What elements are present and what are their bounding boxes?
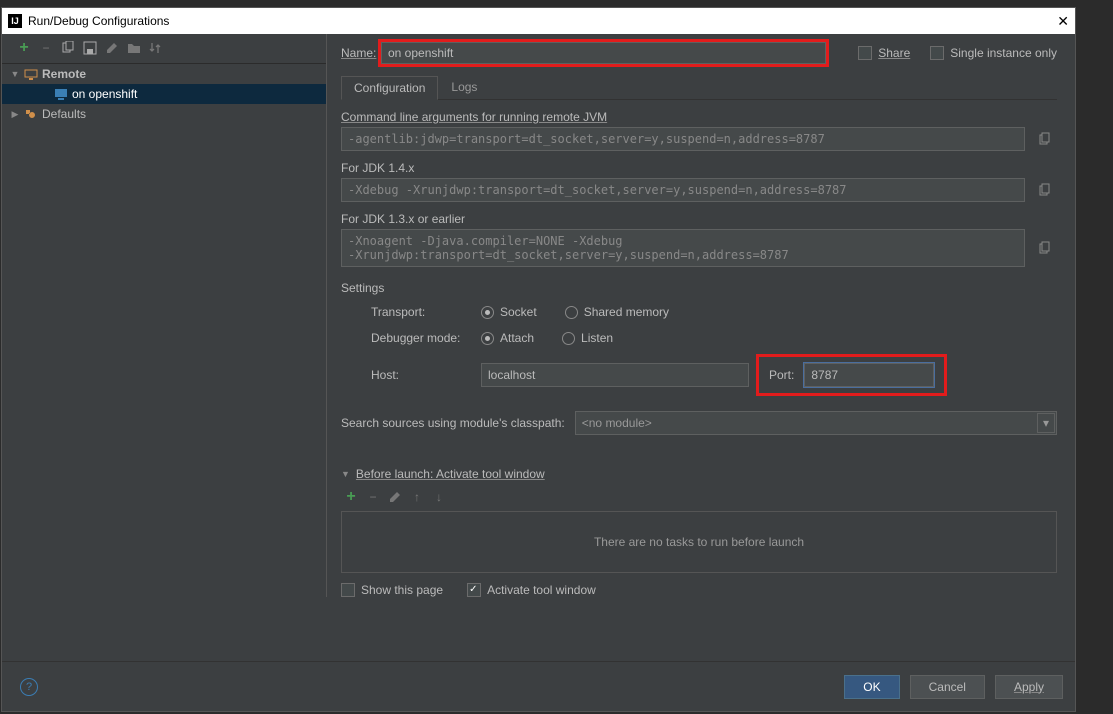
cmdline-value[interactable]: -agentlib:jdwp=transport=dt_socket,serve… [341, 127, 1025, 151]
ok-button[interactable]: OK [844, 675, 899, 699]
edit-templates-button[interactable] [102, 38, 122, 58]
module-classpath-select[interactable]: <no module> ▾ [575, 411, 1057, 435]
share-checkbox[interactable]: Share [858, 46, 910, 60]
host-label: Host: [371, 368, 471, 382]
debugger-attach-radio[interactable]: Attach [481, 331, 534, 345]
config-icon [54, 87, 68, 101]
transport-socket-radio[interactable]: Socket [481, 305, 537, 319]
module-classpath-label: Search sources using module's classpath: [341, 416, 565, 430]
debugger-mode-label: Debugger mode: [371, 331, 481, 345]
tree-label: on openshift [72, 87, 137, 101]
copy-cmdline-button[interactable] [1033, 127, 1057, 151]
sort-button[interactable] [146, 38, 166, 58]
config-name-input[interactable] [381, 42, 826, 64]
settings-label: Settings [341, 281, 1057, 295]
config-tree[interactable]: ▼ Remote on openshift ▶ Defaults [2, 64, 326, 124]
chevron-right-icon: ▶ [10, 109, 20, 120]
cancel-button[interactable]: Cancel [910, 675, 985, 699]
tree-label: Remote [42, 67, 86, 81]
save-config-button[interactable] [80, 38, 100, 58]
apply-button[interactable]: Apply [995, 675, 1063, 699]
copy-config-button[interactable] [58, 38, 78, 58]
tree-node-on-openshift[interactable]: on openshift [2, 84, 326, 104]
name-label: Name: [341, 46, 381, 60]
host-input[interactable] [481, 363, 749, 387]
tree-toolbar: + − [2, 34, 326, 64]
help-button[interactable]: ? [20, 678, 38, 696]
tree-node-remote[interactable]: ▼ Remote [2, 64, 326, 84]
show-this-page-checkbox[interactable]: Show this page [341, 583, 443, 597]
tab-logs[interactable]: Logs [438, 75, 490, 99]
defaults-icon [24, 107, 38, 121]
move-up-button[interactable]: ↑ [407, 487, 427, 507]
intellij-icon: IJ [8, 14, 22, 28]
before-launch-task-list: There are no tasks to run before launch [341, 511, 1057, 573]
chevron-down-icon: ▼ [341, 469, 350, 479]
tree-node-defaults[interactable]: ▶ Defaults [2, 104, 326, 124]
chevron-down-icon: ▼ [10, 69, 20, 79]
transport-label: Transport: [371, 305, 481, 319]
cmdline-label: Command line arguments for running remot… [341, 110, 1057, 124]
port-label: Port: [769, 368, 794, 382]
close-icon[interactable]: ✕ [1057, 13, 1069, 30]
tabs: Configuration Logs [341, 75, 1057, 100]
add-config-button[interactable]: + [14, 38, 34, 58]
copy-jdk13-button[interactable] [1033, 229, 1057, 267]
transport-sharedmem-radio[interactable]: Shared memory [565, 305, 669, 319]
tab-configuration[interactable]: Configuration [341, 76, 438, 100]
copy-jdk14-button[interactable] [1033, 178, 1057, 202]
jdk14-label: For JDK 1.4.x [341, 161, 1057, 175]
form-pane: Name: Share Single instance only Configu… [327, 34, 1075, 597]
before-launch-header[interactable]: ▼ Before launch: Activate tool window [341, 467, 1057, 481]
add-task-button[interactable]: + [341, 487, 361, 507]
jdk13-value[interactable]: -Xnoagent -Djava.compiler=NONE -Xdebug -… [341, 229, 1025, 267]
chevron-down-icon: ▾ [1037, 413, 1055, 433]
dialog-footer: ? OK Cancel Apply [2, 661, 1075, 711]
move-to-folder-button[interactable] [124, 38, 144, 58]
edit-task-button[interactable] [385, 487, 405, 507]
remote-icon [24, 67, 38, 81]
activate-tool-window-checkbox[interactable]: Activate tool window [467, 583, 596, 597]
run-debug-config-dialog: IJ Run/Debug Configurations ✕ + − [1, 7, 1076, 712]
tree-label: Defaults [42, 107, 86, 121]
window-title: Run/Debug Configurations [28, 14, 169, 28]
move-down-button[interactable]: ↓ [429, 487, 449, 507]
port-input[interactable] [804, 363, 934, 387]
single-instance-checkbox[interactable]: Single instance only [930, 46, 1057, 60]
debugger-listen-radio[interactable]: Listen [562, 331, 613, 345]
jdk13-label: For JDK 1.3.x or earlier [341, 212, 1057, 226]
remove-task-button[interactable]: − [363, 487, 383, 507]
jdk14-value[interactable]: -Xdebug -Xrunjdwp:transport=dt_socket,se… [341, 178, 1025, 202]
title-bar: IJ Run/Debug Configurations ✕ [2, 8, 1075, 34]
remove-config-button[interactable]: − [36, 38, 56, 58]
